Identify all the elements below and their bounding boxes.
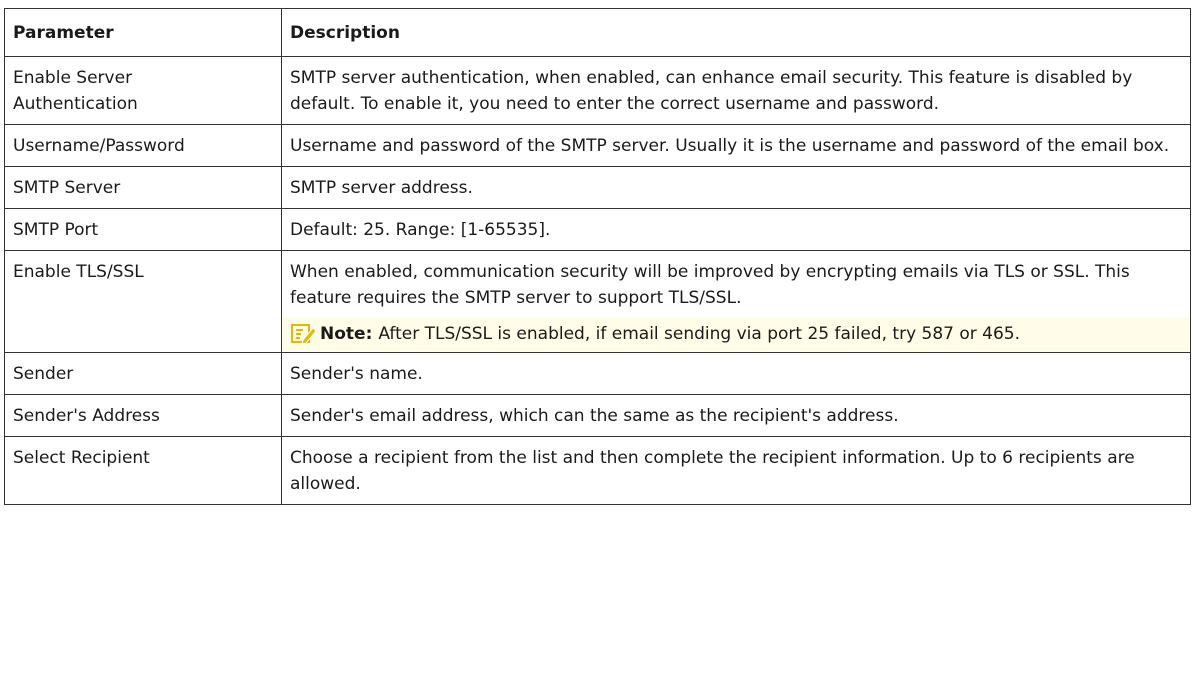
table-row: Enable TLS/SSL When enabled, communicati… bbox=[4, 250, 1191, 353]
row-parameter: Enable Server Authentication bbox=[4, 56, 282, 125]
row-parameter: Sender bbox=[4, 352, 282, 395]
table-header-row: Parameter Description bbox=[4, 8, 1191, 57]
row-parameter: SMTP Server bbox=[4, 166, 282, 209]
table-row: Enable Server Authentication SMTP server… bbox=[4, 56, 1191, 125]
table-row: SMTP Server SMTP server address. bbox=[4, 166, 1191, 209]
row-parameter: SMTP Port bbox=[4, 208, 282, 251]
table-row: Username/Password Username and password … bbox=[4, 124, 1191, 167]
row-description: Choose a recipient from the list and the… bbox=[281, 436, 1191, 505]
row-parameter: Sender's Address bbox=[4, 394, 282, 437]
row-description: Default: 25. Range: [1-65535]. bbox=[281, 208, 1191, 251]
row-parameter: Select Recipient bbox=[4, 436, 282, 505]
parameter-table: Parameter Description Enable Server Auth… bbox=[4, 8, 1191, 505]
note-box: Note: After TLS/SSL is enabled, if email … bbox=[282, 317, 1190, 351]
row-description: Sender's name. bbox=[281, 352, 1191, 395]
row-description: Username and password of the SMTP server… bbox=[281, 124, 1191, 167]
table-row: Sender's Address Sender's email address,… bbox=[4, 394, 1191, 437]
row-parameter: Username/Password bbox=[4, 124, 282, 167]
row-description: Sender's email address, which can the sa… bbox=[281, 394, 1191, 437]
table-row: Select Recipient Choose a recipient from… bbox=[4, 436, 1191, 505]
header-parameter: Parameter bbox=[4, 8, 282, 57]
row-description: SMTP server address. bbox=[281, 166, 1191, 209]
row-parameter: Enable TLS/SSL bbox=[4, 250, 282, 353]
note-text: After TLS/SSL is enabled, if email sendi… bbox=[378, 324, 1021, 344]
table-row: SMTP Port Default: 25. Range: [1-65535]. bbox=[4, 208, 1191, 251]
row-description-cell: When enabled, communication security wil… bbox=[281, 250, 1191, 353]
row-description: When enabled, communication security wil… bbox=[290, 262, 1130, 308]
row-description: SMTP server authentication, when enabled… bbox=[281, 56, 1191, 125]
note-content: Note: After TLS/SSL is enabled, if email … bbox=[320, 321, 1182, 347]
header-description: Description bbox=[281, 8, 1191, 57]
table-row: Sender Sender's name. bbox=[4, 352, 1191, 395]
note-label: Note: bbox=[320, 324, 373, 344]
note-pencil-icon bbox=[291, 324, 317, 345]
